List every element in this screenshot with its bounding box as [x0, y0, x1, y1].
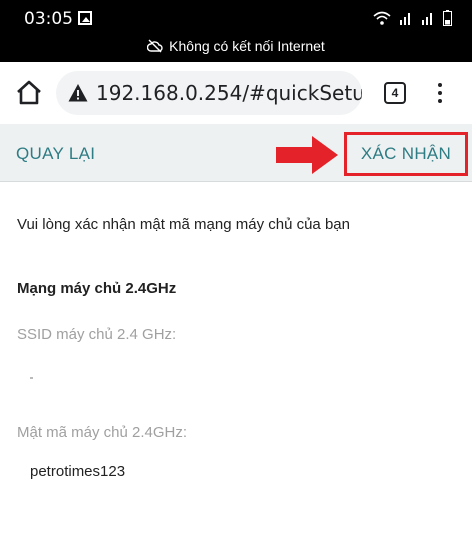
password-label: Mật mã máy chủ 2.4GHz:	[17, 424, 188, 441]
ssid-value	[30, 377, 33, 379]
home-button[interactable]	[14, 78, 46, 108]
signal-icon	[422, 13, 432, 25]
password-value: petrotimes123	[30, 463, 126, 480]
red-arrow-annotation	[276, 136, 338, 174]
offline-banner: Không có kết nối Internet	[0, 38, 472, 54]
wifi-icon	[373, 11, 391, 25]
home-icon	[17, 80, 41, 105]
section-title: Mạng máy chủ 2.4GHz	[17, 280, 177, 297]
setup-content: Vui lòng xác nhận mật mã mạng máy chủ củ…	[0, 182, 472, 542]
status-indicators	[373, 9, 452, 27]
ssid-label: SSID máy chủ 2.4 GHz:	[17, 326, 177, 343]
tab-switcher-button[interactable]: 4	[384, 82, 406, 104]
address-bar[interactable]: 192.168.0.254/#quickSetupP	[56, 71, 362, 115]
url-text[interactable]: 192.168.0.254/#quickSetupP	[96, 81, 362, 105]
status-bar: 03:05 Không có kết nối Internet	[0, 0, 472, 62]
warning-icon[interactable]	[68, 83, 88, 103]
confirm-button[interactable]: XÁC NHẬN	[344, 132, 468, 176]
status-time: 03:05	[24, 9, 73, 29]
image-notification-icon	[78, 11, 92, 25]
kebab-menu-icon[interactable]	[430, 81, 450, 105]
battery-icon	[443, 10, 452, 26]
action-bar: QUAY LẠI XÁC NHẬN	[0, 124, 472, 182]
instruction-text: Vui lòng xác nhận mật mã mạng máy chủ củ…	[17, 216, 350, 233]
back-button[interactable]: QUAY LẠI	[16, 144, 95, 164]
cloud-off-icon	[147, 39, 163, 53]
offline-text: Không có kết nối Internet	[169, 38, 325, 54]
browser-toolbar: 192.168.0.254/#quickSetupP 4	[0, 62, 472, 124]
signal-icon	[400, 13, 410, 25]
